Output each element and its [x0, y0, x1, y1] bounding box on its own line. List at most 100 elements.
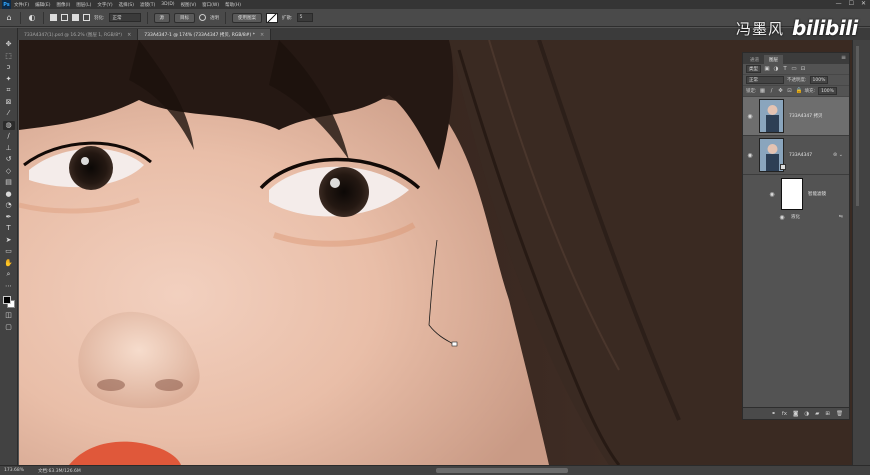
- layer-row-original[interactable]: ◉ 733A4347 ⊜ ⌄: [743, 136, 849, 175]
- adjustment-layer-icon[interactable]: ◑: [804, 411, 809, 417]
- new-selection-icon[interactable]: [50, 14, 57, 21]
- rectangle-tool-icon[interactable]: ▭: [3, 247, 15, 257]
- filter-options-icon[interactable]: ⇋: [839, 214, 843, 220]
- lock-paint-icon[interactable]: ∕: [769, 88, 775, 94]
- diffusion-input[interactable]: 5: [296, 13, 313, 22]
- quick-mask-icon[interactable]: ◫: [3, 311, 15, 321]
- liquify-filter-row[interactable]: ◉ 液化 ⇋: [743, 213, 849, 221]
- menu-3d[interactable]: 3D(D): [161, 2, 174, 7]
- edit-toolbar-icon[interactable]: ⋯: [3, 282, 15, 292]
- pattern-swatch[interactable]: [266, 12, 279, 23]
- lock-artboard-icon[interactable]: ⊡: [787, 88, 793, 94]
- screen-mode-icon[interactable]: ▢: [3, 323, 15, 333]
- close-button[interactable]: ✕: [861, 0, 866, 7]
- fill-input[interactable]: 100%: [818, 87, 837, 95]
- lasso-tool-icon[interactable]: ↄ: [3, 63, 15, 73]
- opacity-label: 不透明度:: [787, 78, 807, 83]
- blend-row: 正常 不透明度: 100%: [743, 75, 849, 86]
- pen-tool-icon[interactable]: ✒: [3, 213, 15, 223]
- horizontal-scrollbar[interactable]: [436, 468, 568, 473]
- use-pattern-button[interactable]: 使用图案: [232, 12, 263, 23]
- eye-icon[interactable]: ◉: [745, 152, 755, 159]
- patch-tool-icon[interactable]: ◍: [2, 120, 15, 130]
- path-selection-tool-icon[interactable]: ➤: [3, 236, 15, 246]
- menu-layer[interactable]: 图层(L): [76, 2, 91, 8]
- layer-style-icon[interactable]: fx: [782, 411, 787, 417]
- tab-document-1[interactable]: 733A4347(1).psd @ 16.2% (图层 1, RGB/8*) ×: [18, 29, 139, 40]
- divider: [225, 11, 227, 24]
- layer-name: 733A4347: [789, 152, 813, 158]
- gradient-tool-icon[interactable]: ▤: [3, 178, 15, 188]
- transparent-checkbox[interactable]: [199, 14, 207, 21]
- zoom-level[interactable]: 173.68%: [4, 468, 24, 473]
- blur-tool-icon[interactable]: ●: [3, 190, 15, 200]
- new-layer-icon[interactable]: ⊞: [825, 411, 830, 417]
- eyedropper-tool-icon[interactable]: ⁄: [3, 109, 15, 119]
- smart-filters-row[interactable]: ◉ 智能滤镜: [743, 175, 849, 213]
- source-button[interactable]: 源: [153, 12, 171, 23]
- filter-kind-select[interactable]: 类型: [746, 65, 761, 73]
- zoom-tool-icon[interactable]: ⌕: [3, 270, 15, 280]
- patch-tool-icon[interactable]: ◐: [27, 13, 37, 23]
- link-layers-icon[interactable]: ⚭: [771, 411, 776, 417]
- marquee-tool-icon[interactable]: ⬚: [3, 52, 15, 62]
- subtract-selection-icon[interactable]: [72, 14, 79, 21]
- maximize-button[interactable]: ☐: [849, 0, 854, 7]
- tab-document-2[interactable]: 733A4347-1 @ 174% (733A4347 拷贝, RGB/8#) …: [138, 29, 272, 40]
- crop-tool-icon[interactable]: ⌗: [3, 86, 15, 96]
- move-tool-icon[interactable]: ✥: [3, 40, 15, 50]
- minimize-button[interactable]: —: [836, 0, 842, 7]
- add-mask-icon[interactable]: ◙: [793, 411, 798, 417]
- clone-stamp-tool-icon[interactable]: ⊥: [3, 144, 15, 154]
- adjustment-filter-icon[interactable]: ◑: [773, 66, 779, 72]
- add-selection-icon[interactable]: [61, 14, 68, 21]
- menu-window[interactable]: 窗口(W): [202, 2, 219, 8]
- type-tool-icon[interactable]: T: [3, 224, 15, 234]
- close-icon[interactable]: ×: [260, 32, 264, 38]
- smart-filter-indicator-icon[interactable]: ⊜ ⌄: [833, 152, 843, 158]
- menu-edit[interactable]: 编辑(E): [35, 2, 50, 8]
- hand-tool-icon[interactable]: ✋: [3, 259, 15, 269]
- color-swatches[interactable]: [2, 295, 16, 309]
- opacity-input[interactable]: 100%: [809, 76, 829, 84]
- delete-layer-icon[interactable]: 🗑: [836, 411, 843, 417]
- panel-menu-icon[interactable]: ≡: [841, 54, 846, 61]
- smart-object-filter-icon[interactable]: ⊡: [800, 66, 806, 72]
- image-filter-icon[interactable]: ▣: [764, 66, 770, 72]
- menu-type[interactable]: 文字(Y): [97, 2, 112, 8]
- dodge-tool-icon[interactable]: ◔: [3, 201, 15, 211]
- group-icon[interactable]: ▰: [815, 411, 819, 417]
- layer-row-copy[interactable]: ◉ 733A4347 拷贝: [743, 97, 849, 136]
- status-bar: 173.68% 文档:63.3M/126.6M: [0, 465, 870, 475]
- menu-select[interactable]: 选择(S): [119, 2, 134, 8]
- type-filter-icon[interactable]: T: [782, 66, 788, 72]
- vertical-scrollbar[interactable]: [856, 46, 859, 206]
- close-icon[interactable]: ×: [127, 32, 131, 38]
- foreground-color[interactable]: [2, 296, 11, 304]
- target-button[interactable]: 目标: [174, 12, 196, 23]
- mode-select[interactable]: 正常: [108, 13, 141, 22]
- blend-mode-select[interactable]: 正常: [746, 76, 784, 84]
- menu-help[interactable]: 帮助(H): [225, 2, 241, 8]
- eye-icon[interactable]: ◉: [777, 214, 787, 221]
- intersect-selection-icon[interactable]: [83, 14, 90, 21]
- menu-file[interactable]: 文件(F): [14, 2, 29, 8]
- menu-image[interactable]: 图像(I): [56, 2, 70, 8]
- shape-filter-icon[interactable]: ▭: [791, 66, 797, 72]
- menu-view[interactable]: 视图(V): [181, 2, 197, 8]
- menu-filter[interactable]: 滤镜(T): [140, 2, 155, 8]
- brush-tool-icon[interactable]: ∕: [3, 132, 15, 142]
- history-brush-tool-icon[interactable]: ↺: [3, 155, 15, 165]
- lock-pixels-icon[interactable]: ▦: [760, 88, 766, 94]
- eraser-tool-icon[interactable]: ◇: [3, 167, 15, 177]
- lock-all-icon[interactable]: 🔒: [796, 88, 803, 94]
- tab-layers[interactable]: 图层: [764, 55, 783, 64]
- tab-channels[interactable]: 通道: [745, 55, 764, 64]
- magic-wand-tool-icon[interactable]: ✦: [3, 75, 15, 85]
- lock-position-icon[interactable]: ✥: [778, 88, 784, 94]
- eye-icon[interactable]: ◉: [745, 113, 755, 120]
- eye-icon[interactable]: ◉: [767, 191, 777, 198]
- document-info[interactable]: 文档:63.3M/126.6M: [38, 468, 81, 474]
- home-icon[interactable]: ⌂: [4, 13, 14, 23]
- frame-tool-icon[interactable]: ⊠: [3, 98, 15, 108]
